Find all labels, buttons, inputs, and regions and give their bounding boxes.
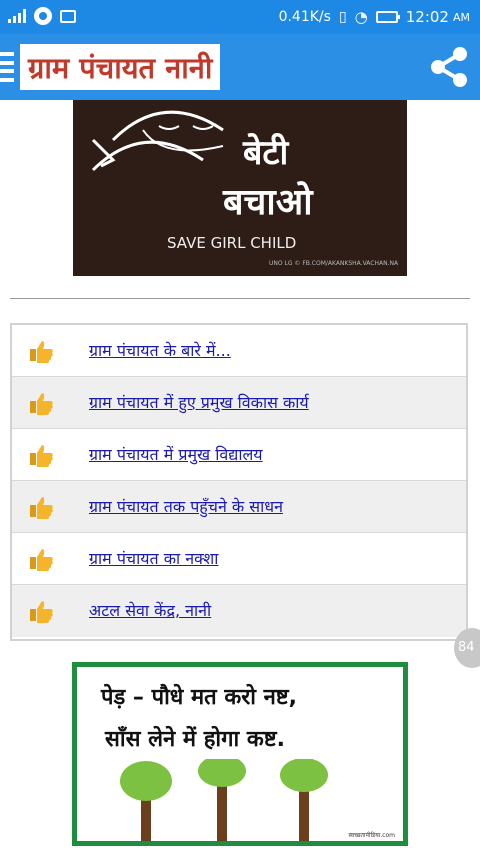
wifi-icon: ◔ xyxy=(354,8,368,26)
vibrate-icon: ▯ xyxy=(338,9,347,25)
link-map[interactable]: ग्राम पंचायत का नक्शा xyxy=(89,547,218,569)
app-bar: ग्राम पंचायत नानी xyxy=(0,34,480,100)
link-atal-seva-kendra[interactable]: अटल सेवा केंद्र, नानी xyxy=(89,599,211,621)
network-speed: 0.41K/s xyxy=(278,9,331,25)
battery-icon xyxy=(375,11,400,23)
link-development-works[interactable]: ग्राम पंचायत में हुए प्रमुख विकास कार्य xyxy=(89,391,309,413)
poster-line2: साँस लेने में होगा कष्ट. xyxy=(105,727,285,752)
banner-subtitle: SAVE GIRL CHILD xyxy=(167,234,297,252)
link-about-panchayat[interactable]: ग्राम पंचायत के बारे में... xyxy=(89,339,231,361)
link-transport[interactable]: ग्राम पंचायत तक पहुँचने के साधन xyxy=(89,495,283,517)
menu-list: ग्राम पंचायत के बारे में... ग्राम पंचायत… xyxy=(10,323,468,641)
thumbs-up-icon xyxy=(30,497,53,519)
share-icon[interactable] xyxy=(426,44,472,90)
save-girl-child-banner: बेटी बचाओ SAVE GIRL CHILD UNO LG © FB.CO… xyxy=(73,100,407,276)
page-title: ग्राम पंचायत नानी xyxy=(20,44,221,90)
thumbs-up-icon xyxy=(30,393,53,415)
clock-ampm: AM xyxy=(452,10,470,24)
banner-credit: UNO LG © FB.COM/AKANKSHA.VACHAN.NA xyxy=(269,260,399,267)
floating-badge[interactable]: 84 xyxy=(454,628,480,668)
poster-line1: पेड़ – पौधे मत करो नष्ट, xyxy=(101,685,297,710)
thumbs-up-icon xyxy=(30,549,53,571)
link-schools[interactable]: ग्राम पंचायत में प्रमुख विद्यालय xyxy=(89,443,263,465)
list-item[interactable]: ग्राम पंचायत में हुए प्रमुख विकास कार्य xyxy=(12,377,466,429)
signal-icon xyxy=(8,9,26,23)
divider xyxy=(10,298,470,299)
status-bar: 0.41K/s ▯ ◔ 12:02 AM xyxy=(0,0,480,34)
clock: 12:02 xyxy=(405,8,449,26)
poster-site: स्वच्छतापीडिया.com xyxy=(348,832,395,839)
thumbs-up-icon xyxy=(30,341,53,363)
gallery-icon xyxy=(60,9,76,23)
list-item[interactable]: ग्राम पंचायत का नक्शा xyxy=(12,533,466,585)
list-item[interactable]: ग्राम पंचायत तक पहुँचने के साधन xyxy=(12,481,466,533)
notification-icon xyxy=(34,7,52,25)
list-item[interactable]: अटल सेवा केंद्र, नानी xyxy=(12,585,466,637)
hamburger-icon[interactable] xyxy=(0,52,14,82)
tree-slogan-poster: पेड़ – पौधे मत करो नष्ट, साँस लेने में ह… xyxy=(72,662,408,846)
list-item[interactable]: ग्राम पंचायत के बारे में... xyxy=(12,325,466,377)
list-item[interactable]: ग्राम पंचायत में प्रमुख विद्यालय xyxy=(12,429,466,481)
thumbs-up-icon xyxy=(30,445,53,467)
banner-line2: बचाओ xyxy=(223,182,313,223)
thumbs-up-icon xyxy=(30,601,53,623)
banner-line1: बेटी xyxy=(243,133,289,173)
